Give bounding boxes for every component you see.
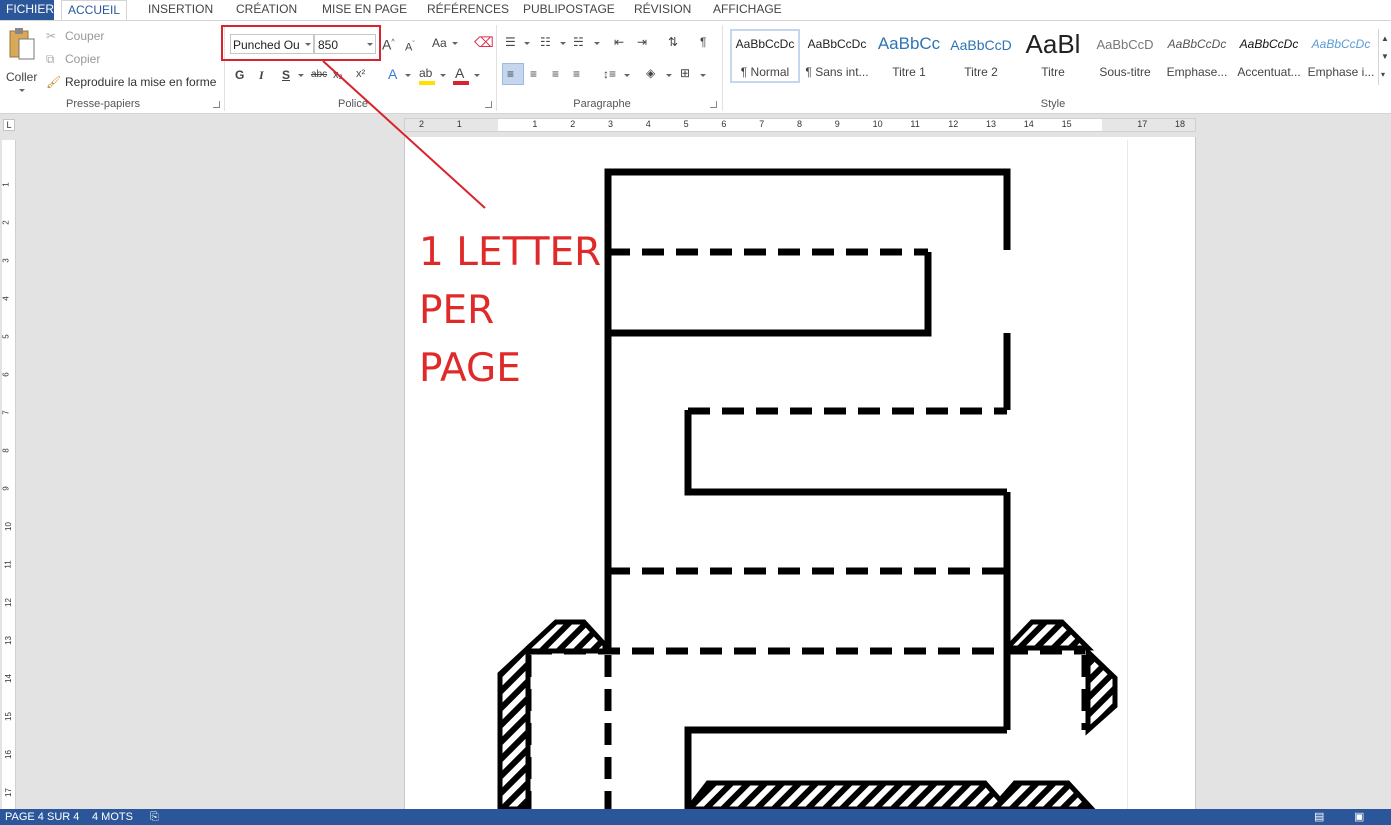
letter-drawing xyxy=(322,60,1118,809)
font-box-highlight xyxy=(221,25,381,61)
letter-outline xyxy=(604,168,1011,809)
page-count[interactable]: PAGE 4 SUR 4 xyxy=(5,809,79,825)
print-layout-icon[interactable]: ▣ xyxy=(1354,809,1364,825)
annotation-line: PAGE xyxy=(419,346,521,391)
proofing-icon[interactable]: ⎘ xyxy=(150,809,159,825)
annotation-line: PER xyxy=(419,288,495,333)
annotation-line: 1 LETTER xyxy=(419,230,602,275)
read-mode-icon[interactable]: ▤ xyxy=(1314,809,1324,825)
status-bar: PAGE 4 SUR 4 4 MOTS ⎘ ▤ ▣ xyxy=(0,809,1391,825)
word-count[interactable]: 4 MOTS xyxy=(92,809,133,825)
annotation-text: 1 LETTER PER PAGE xyxy=(419,224,619,398)
annotation-pointer xyxy=(322,60,486,209)
